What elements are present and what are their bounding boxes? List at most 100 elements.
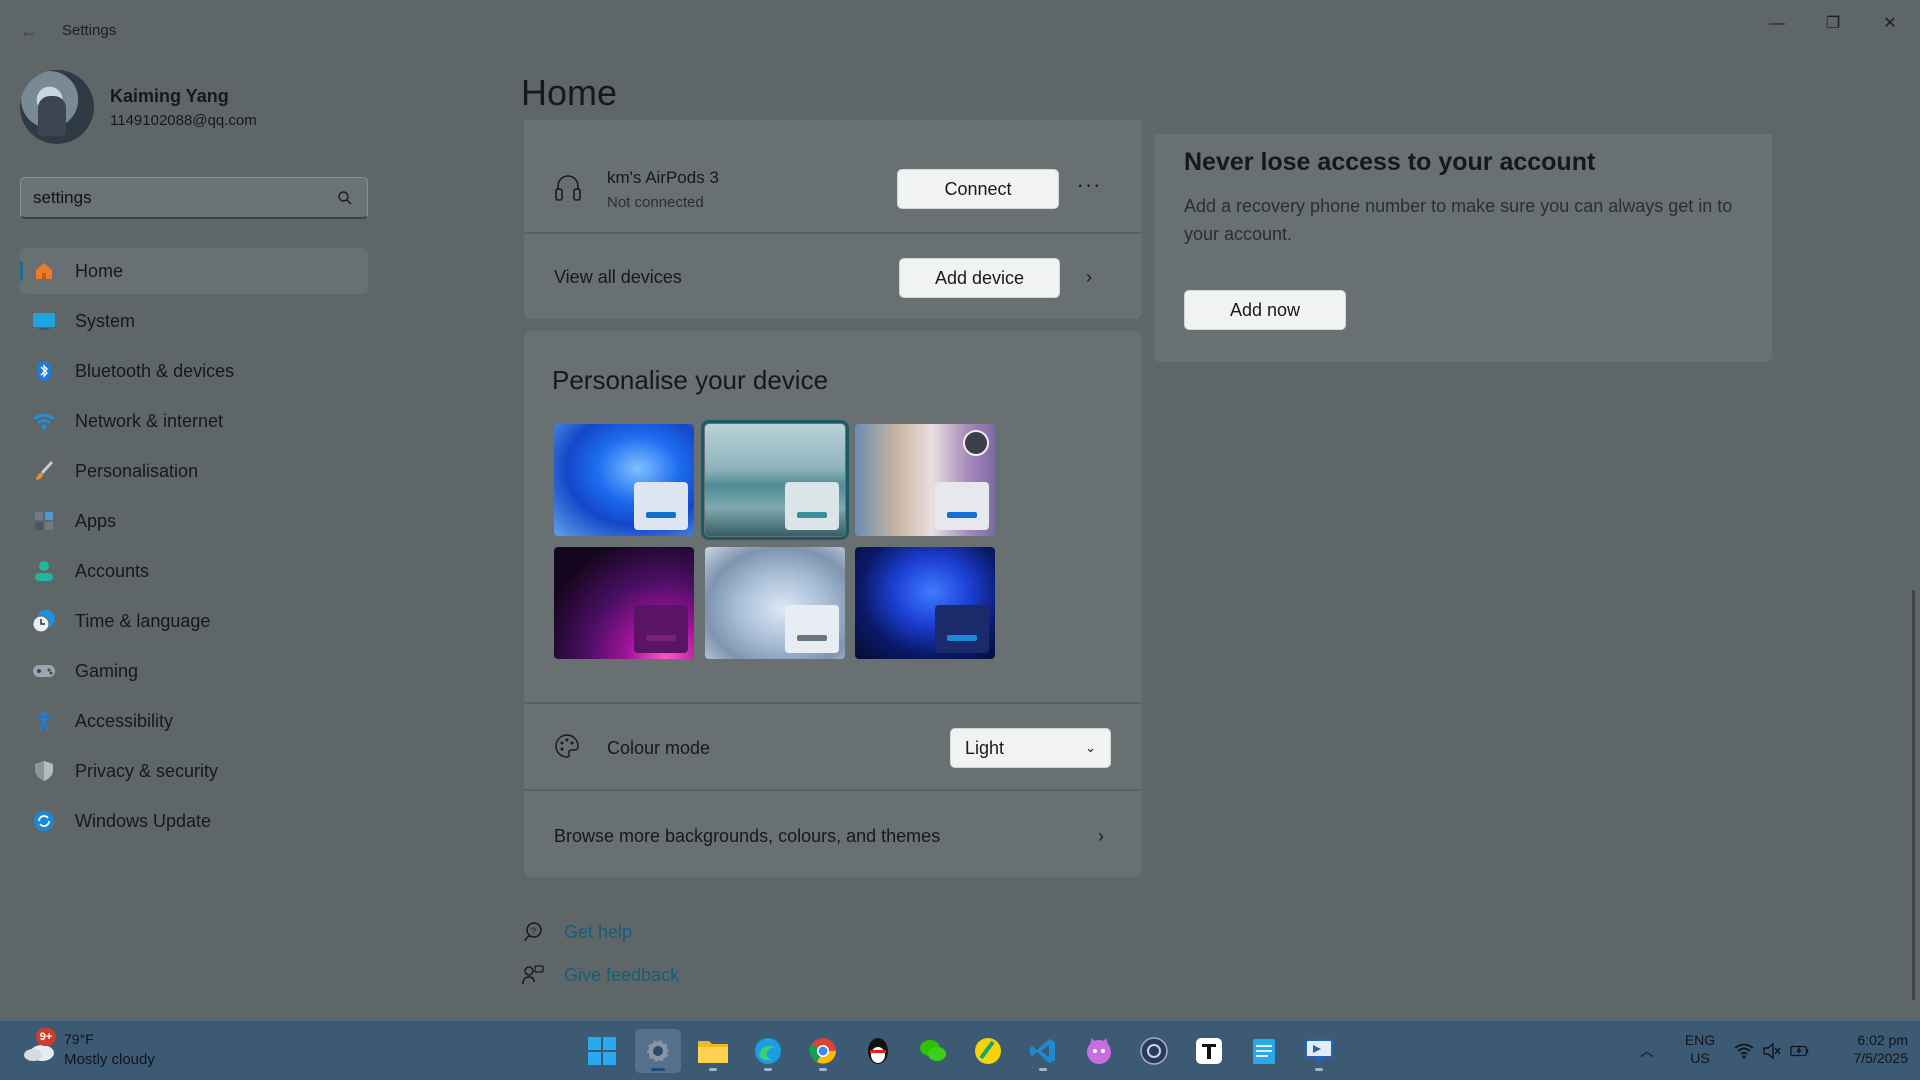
taskbar-app-yellow[interactable] xyxy=(965,1029,1011,1073)
language-indicator[interactable]: ENG US xyxy=(1682,1031,1718,1067)
running-indicator xyxy=(819,1068,827,1071)
personalise-title: Personalise your device xyxy=(552,365,829,395)
sidebar-item-label: Gaming xyxy=(75,660,139,681)
theme-thumbnail[interactable] xyxy=(554,424,694,536)
circle-app-icon xyxy=(1140,1037,1168,1065)
theme-thumbnail[interactable] xyxy=(855,547,995,659)
more-options-button[interactable]: ··· xyxy=(1069,170,1109,208)
update-icon xyxy=(32,809,56,833)
taskbar-settings-app[interactable] xyxy=(635,1029,681,1073)
system-clock[interactable]: 6:02 pm 7/5/2025 xyxy=(1826,1031,1909,1067)
apps-icon xyxy=(32,509,56,533)
sidebar-item-gaming[interactable]: Gaming xyxy=(20,648,368,694)
theme-thumbnail[interactable] xyxy=(855,424,995,536)
sidebar-item-time-language[interactable]: Time & language xyxy=(20,598,368,644)
bluetooth-icon xyxy=(32,359,56,383)
theme-thumbnail-selected[interactable] xyxy=(701,420,849,540)
weather-temperature[interactable]: 79°F xyxy=(64,1031,94,1047)
taskbar-wechat[interactable] xyxy=(910,1029,956,1073)
theme-preview-window xyxy=(935,605,989,653)
sidebar-item-bluetooth[interactable]: Bluetooth & devices xyxy=(20,348,368,394)
taskbar-chrome[interactable] xyxy=(800,1029,846,1073)
taskbar-remote-desktop[interactable] xyxy=(1296,1029,1342,1073)
theme-thumbnail[interactable] xyxy=(554,547,694,659)
profile-name: Kaiming Yang xyxy=(110,86,229,106)
minimize-button[interactable]: — xyxy=(1759,10,1795,38)
start-button[interactable] xyxy=(579,1029,625,1073)
add-now-button[interactable]: Add now xyxy=(1184,290,1346,330)
chevron-right-icon[interactable]: › xyxy=(1091,826,1111,846)
taskbar-edge[interactable] xyxy=(745,1029,791,1073)
chrome-icon xyxy=(809,1038,836,1064)
cat-app-icon xyxy=(1087,1038,1111,1064)
battery-charging-icon[interactable] xyxy=(1790,1041,1810,1061)
person-icon xyxy=(32,559,56,583)
sidebar-item-accessibility[interactable]: Accessibility xyxy=(20,698,368,744)
account-card-title: Never lose access to your account xyxy=(1184,148,1596,176)
view-all-devices-link[interactable]: View all devices xyxy=(554,267,682,288)
taskbar-file-explorer[interactable] xyxy=(690,1029,736,1073)
gear-icon xyxy=(645,1038,671,1064)
colour-mode-value: Light xyxy=(965,738,1005,758)
wifi-icon[interactable] xyxy=(1734,1041,1754,1061)
home-icon xyxy=(32,259,56,283)
sidebar-item-network[interactable]: Network & internet xyxy=(20,398,368,444)
weather-description[interactable]: Mostly cloudy xyxy=(64,1051,155,1068)
accessibility-icon xyxy=(32,709,56,733)
wechat-icon xyxy=(920,1040,946,1061)
chevron-up-icon[interactable]: ︿ xyxy=(1640,1041,1654,1061)
speaker-muted-icon[interactable] xyxy=(1762,1041,1782,1061)
headphones-icon xyxy=(555,175,581,201)
restore-button[interactable]: ❐ xyxy=(1815,10,1851,38)
give-feedback-row[interactable]: Give feedback xyxy=(522,961,679,989)
avatar[interactable] xyxy=(20,70,94,144)
app-title: Settings xyxy=(62,22,117,39)
scrollbar[interactable] xyxy=(1912,590,1915,1000)
sidebar-item-label: Home xyxy=(75,260,124,281)
add-device-button[interactable]: Add device xyxy=(899,258,1060,298)
connect-button[interactable]: Connect xyxy=(897,169,1059,209)
chevron-right-icon[interactable]: › xyxy=(1079,267,1099,287)
get-help-row[interactable]: ? Get help xyxy=(522,918,632,946)
give-feedback-link[interactable]: Give feedback xyxy=(564,965,679,986)
sidebar-item-label: Accessibility xyxy=(75,710,174,731)
language-code: ENG xyxy=(1684,1032,1716,1048)
monitor-icon xyxy=(32,309,56,333)
search-box[interactable] xyxy=(20,177,368,219)
title-bar: ← Settings — ❐ ✕ xyxy=(0,0,1920,60)
search-icon[interactable] xyxy=(337,190,353,206)
sidebar-item-label: Apps xyxy=(75,510,117,531)
theme-preview-window xyxy=(935,482,989,530)
theme-thumbnail[interactable] xyxy=(705,547,845,659)
search-input[interactable] xyxy=(33,186,333,210)
clock-date: 7/5/2025 xyxy=(1853,1050,1909,1066)
sidebar-item-apps[interactable]: Apps xyxy=(20,498,368,544)
sidebar-item-windows-update[interactable]: Windows Update xyxy=(20,798,368,844)
back-button[interactable]: ← xyxy=(18,20,40,42)
sidebar-item-personalisation[interactable]: Personalisation xyxy=(20,448,368,494)
sidebar-item-label: Time & language xyxy=(75,610,211,631)
taskbar-app-circle[interactable] xyxy=(1131,1029,1177,1073)
taskbar-qq[interactable] xyxy=(855,1029,901,1073)
sidebar-item-home[interactable]: Home xyxy=(20,248,368,294)
sidebar-item-label: Windows Update xyxy=(75,810,212,831)
taskbar-app-cat[interactable] xyxy=(1076,1029,1122,1073)
taskbar-typora[interactable] xyxy=(1186,1029,1232,1073)
theme-preview-window xyxy=(785,482,839,530)
close-button[interactable]: ✕ xyxy=(1872,10,1908,38)
device-status: Not connected xyxy=(607,194,704,211)
sidebar-item-accounts[interactable]: Accounts xyxy=(20,548,368,594)
sidebar-item-privacy[interactable]: Privacy & security xyxy=(20,748,368,794)
taskbar-vscode[interactable] xyxy=(1020,1029,1066,1073)
browse-themes-link[interactable]: Browse more backgrounds, colours, and th… xyxy=(554,826,940,847)
get-help-link[interactable]: Get help xyxy=(564,922,632,943)
taskbar-notepad[interactable] xyxy=(1241,1029,1287,1073)
sidebar-item-system[interactable]: System xyxy=(20,298,368,344)
device-name: km's AirPods 3 xyxy=(607,168,719,187)
account-card: Never lose access to your account Add a … xyxy=(1154,134,1772,362)
colour-mode-dropdown[interactable]: Light ⌄ xyxy=(950,728,1111,768)
wifi-icon xyxy=(32,409,56,433)
settings-window: ← Settings — ❐ ✕ Kaiming Yang 1149102088… xyxy=(0,0,1920,1020)
gamepad-icon xyxy=(32,659,56,683)
typora-icon xyxy=(1196,1038,1222,1064)
